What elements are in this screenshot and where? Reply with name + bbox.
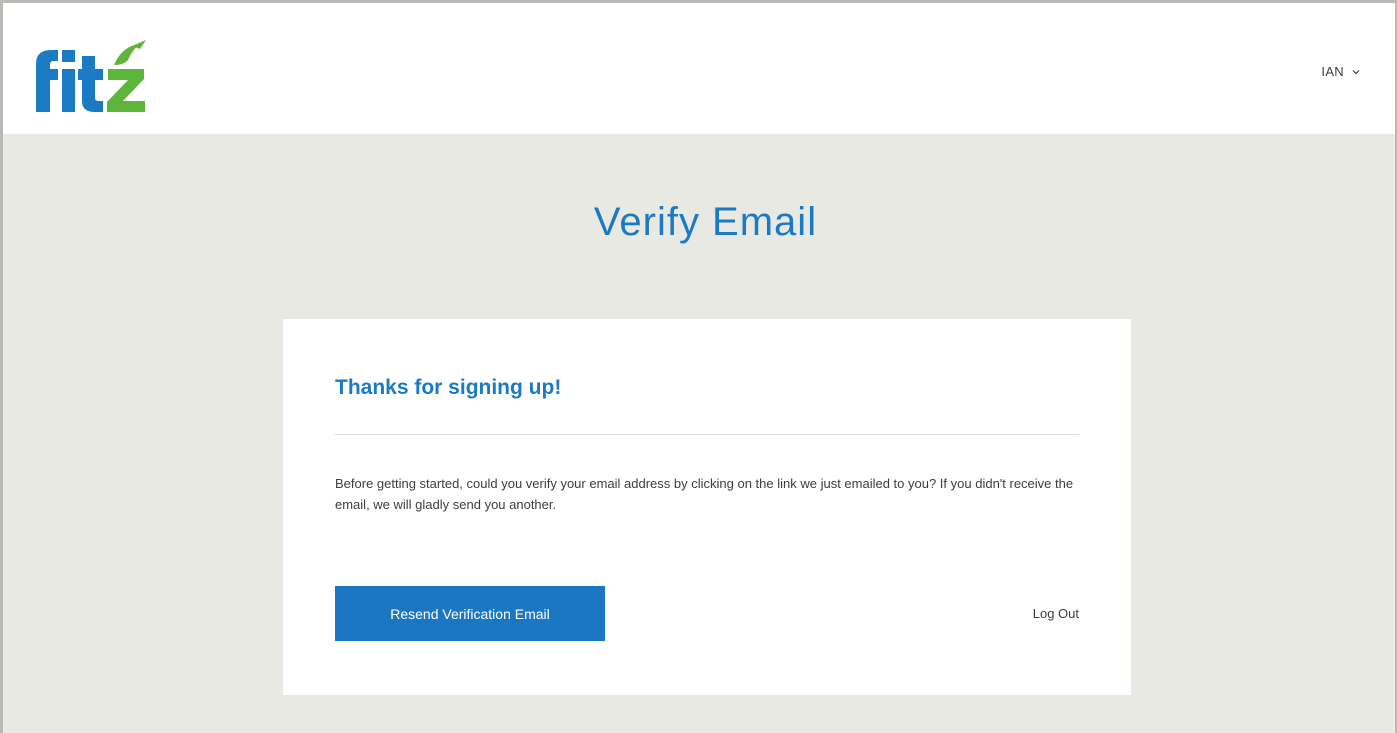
divider bbox=[335, 434, 1079, 435]
page-title: Verify Email bbox=[593, 200, 818, 244]
verify-card: Thanks for signing up! Before getting st… bbox=[283, 319, 1131, 695]
card-heading: Thanks for signing up! bbox=[335, 376, 562, 399]
user-menu[interactable]: IAN bbox=[1321, 64, 1361, 79]
chevron-down-icon[interactable] bbox=[1351, 67, 1361, 77]
card-body-text: Before getting started, could you verify… bbox=[335, 476, 1074, 512]
fitz-logo[interactable]: fitz bbox=[28, 34, 148, 114]
top-header: fitz IAN bbox=[0, 0, 1397, 134]
logout-link[interactable]: Log Out bbox=[1033, 606, 1079, 621]
main-content: Verify Email Thanks for signing up! Befo… bbox=[0, 134, 1397, 733]
user-name[interactable]: IAN bbox=[1321, 64, 1344, 79]
resend-verification-button[interactable]: Resend Verification Email bbox=[335, 586, 605, 641]
